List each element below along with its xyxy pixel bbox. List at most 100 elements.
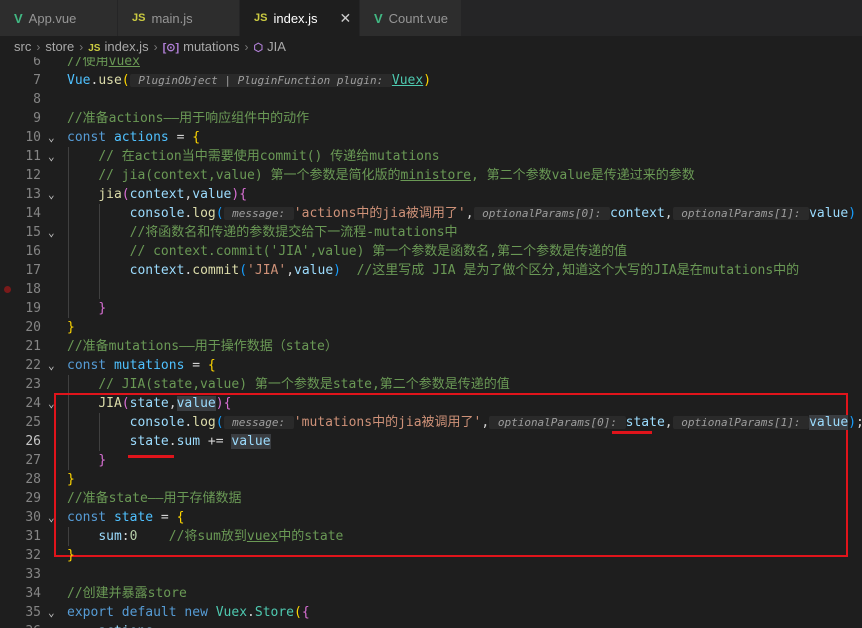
code-token: ) [333, 263, 341, 278]
code-line[interactable]: 16 // context.commit('JIA',value) 第一个参数是… [0, 242, 862, 261]
inlay-hint: message: [223, 416, 294, 429]
code-line[interactable]: 20} [0, 318, 862, 337]
breadcrumb-item[interactable]: [⊙] mutations [163, 39, 240, 54]
code-token: { [192, 130, 201, 145]
tab-index-js[interactable]: JS index.js ✕ [240, 0, 360, 36]
code-line[interactable]: 10 ⌄ const actions = { [0, 128, 862, 147]
code-text: // context.commit('JIA',value) 第一个参数是函数名… [67, 242, 627, 261]
code-token: 中的state [278, 529, 344, 544]
line-number: 23 [25, 377, 41, 392]
code-line[interactable]: 29 //准备state——用于存储数据 [0, 489, 862, 508]
code-line[interactable]: 28} [0, 470, 862, 489]
fold-chevron-icon[interactable]: ⌄ [48, 394, 55, 413]
code-token: const [67, 358, 114, 373]
js-icon: JS [132, 12, 146, 24]
breadcrumb-label: mutations [183, 39, 240, 54]
code-line[interactable]: 21 //准备mutations——用于操作数据（state） [0, 337, 862, 356]
tab-count-vue[interactable]: V Count.vue [360, 0, 462, 36]
code-token: } [98, 301, 107, 316]
code-token: Store [254, 605, 295, 620]
code-line[interactable]: 11 ⌄ // 在action当中需要使用commit() 传递给mutation… [0, 147, 862, 166]
code-line[interactable]: 26 state.sum += value [0, 432, 862, 451]
code-line[interactable]: 24 ⌄ JIA(state,value){ [0, 394, 862, 413]
code-token: } [67, 472, 75, 487]
tab-main-js[interactable]: JS main.js [118, 0, 240, 36]
code-line[interactable]: 9 //准备actions——用于响应组件中的动作 [0, 109, 862, 128]
line-number: 8 [33, 92, 41, 107]
tab-app-vue[interactable]: V App.vue [0, 0, 118, 36]
code-line[interactable]: 35 ⌄ export default new Vuex.Store({ [0, 603, 862, 622]
breadcrumb-item[interactable]: ⬡ JIA [253, 39, 285, 54]
fold-chevron-icon[interactable]: ⌄ [48, 185, 55, 204]
code-token: //将函数名和传递的参数提交给下一流程-mutations中 [129, 225, 458, 240]
code-line[interactable]: 34 //创建并暴露store [0, 584, 862, 603]
code-token: mutations [113, 358, 185, 373]
code-token: ( [215, 415, 224, 430]
code-token: //使用 [67, 57, 109, 69]
breakpoint-icon[interactable] [4, 286, 11, 293]
code-token: ( [121, 73, 130, 88]
code-text: JIA(state,value){ [67, 394, 231, 413]
code-token: JIA [98, 396, 122, 411]
code-token: = [168, 130, 193, 145]
breadcrumb-item[interactable]: store [45, 39, 74, 54]
code-token: console [129, 206, 185, 221]
code-token: ministore [400, 168, 471, 183]
code-token: //创建并暴露store [67, 586, 187, 601]
code-token: , [153, 624, 161, 628]
code-token: const [67, 130, 114, 145]
code-line[interactable]: 18 [0, 280, 862, 299]
fold-chevron-icon[interactable]: ⌄ [48, 508, 55, 527]
fold-chevron-icon[interactable]: ⌄ [48, 147, 55, 166]
line-number: 25 [25, 415, 41, 430]
fold-chevron-icon[interactable]: ⌄ [48, 223, 55, 242]
code-token: ) [848, 206, 857, 221]
line-number: 16 [25, 244, 41, 259]
code-line[interactable]: 12 // jia(context,value) 第一个参数是简化版的minis… [0, 166, 862, 185]
code-text: //创建并暴露store [67, 584, 187, 603]
code-line[interactable]: 27 } [0, 451, 862, 470]
code-token: // context.commit('JIA',value) 第一个参数是函数名… [129, 244, 628, 259]
code-line[interactable]: 30 ⌄ const state = { [0, 508, 862, 527]
breadcrumb-item[interactable]: src [14, 39, 31, 54]
code-token: ( [294, 605, 302, 620]
line-number: 24 [25, 396, 41, 411]
code-token: default [121, 605, 185, 620]
code-token: } [67, 320, 75, 335]
code-text: const actions = { [67, 128, 200, 147]
code-line[interactable]: 36 actions, [0, 622, 862, 628]
fold-chevron-icon[interactable]: ⌄ [48, 128, 55, 147]
breadcrumb-item[interactable]: JS index.js [88, 39, 148, 54]
code-token: += [200, 434, 232, 449]
fold-chevron-icon[interactable]: ⌄ [48, 356, 55, 375]
code-line[interactable]: 33 [0, 565, 862, 584]
code-line[interactable]: 25 console.log( message: 'mutations中的jia… [0, 413, 862, 432]
code-line[interactable]: 7 Vue.use( PluginObject | PluginFunction … [0, 71, 862, 90]
code-editor[interactable]: 6 //使用 vuex 7 Vue.use( PluginObject | Plugin… [0, 57, 862, 628]
close-icon[interactable]: ✕ [340, 10, 352, 27]
line-number: 6 [33, 57, 41, 69]
line-number: 21 [25, 339, 41, 354]
code-text: //将函数名和传递的参数提交给下一流程-mutations中 [67, 223, 458, 242]
code-line[interactable]: 32} [0, 546, 862, 565]
code-line[interactable]: 15 ⌄ //将函数名和传递的参数提交给下一流程-mutations中 [0, 223, 862, 242]
code-line[interactable]: 13 ⌄ jia(context,value){ [0, 185, 862, 204]
code-line[interactable]: 23 // JIA(state,value) 第一个参数是state,第二个参数… [0, 375, 862, 394]
code-token: vuex [246, 529, 279, 544]
code-line[interactable]: 8 [0, 90, 862, 109]
line-number: 27 [25, 453, 41, 468]
code-line[interactable]: 17 context.commit('JIA',value) //这里写成 JI… [0, 261, 862, 280]
code-line[interactable]: 14 console.log( message: 'actions中的jia被调… [0, 204, 862, 223]
code-token: Vue [67, 73, 91, 88]
code-text: } [67, 546, 75, 565]
code-line[interactable]: 31 sum:0 //将sum放到vuex中的state [0, 527, 862, 546]
code-text: } [67, 470, 75, 489]
code-line[interactable]: 22 ⌄ const mutations = { [0, 356, 862, 375]
code-line[interactable]: 6 //使用vuex [0, 57, 862, 71]
code-line[interactable]: 19 } [0, 299, 862, 318]
code-token: state [129, 396, 169, 411]
fold-chevron-icon[interactable]: ⌄ [48, 603, 55, 622]
code-token: = [153, 510, 177, 525]
